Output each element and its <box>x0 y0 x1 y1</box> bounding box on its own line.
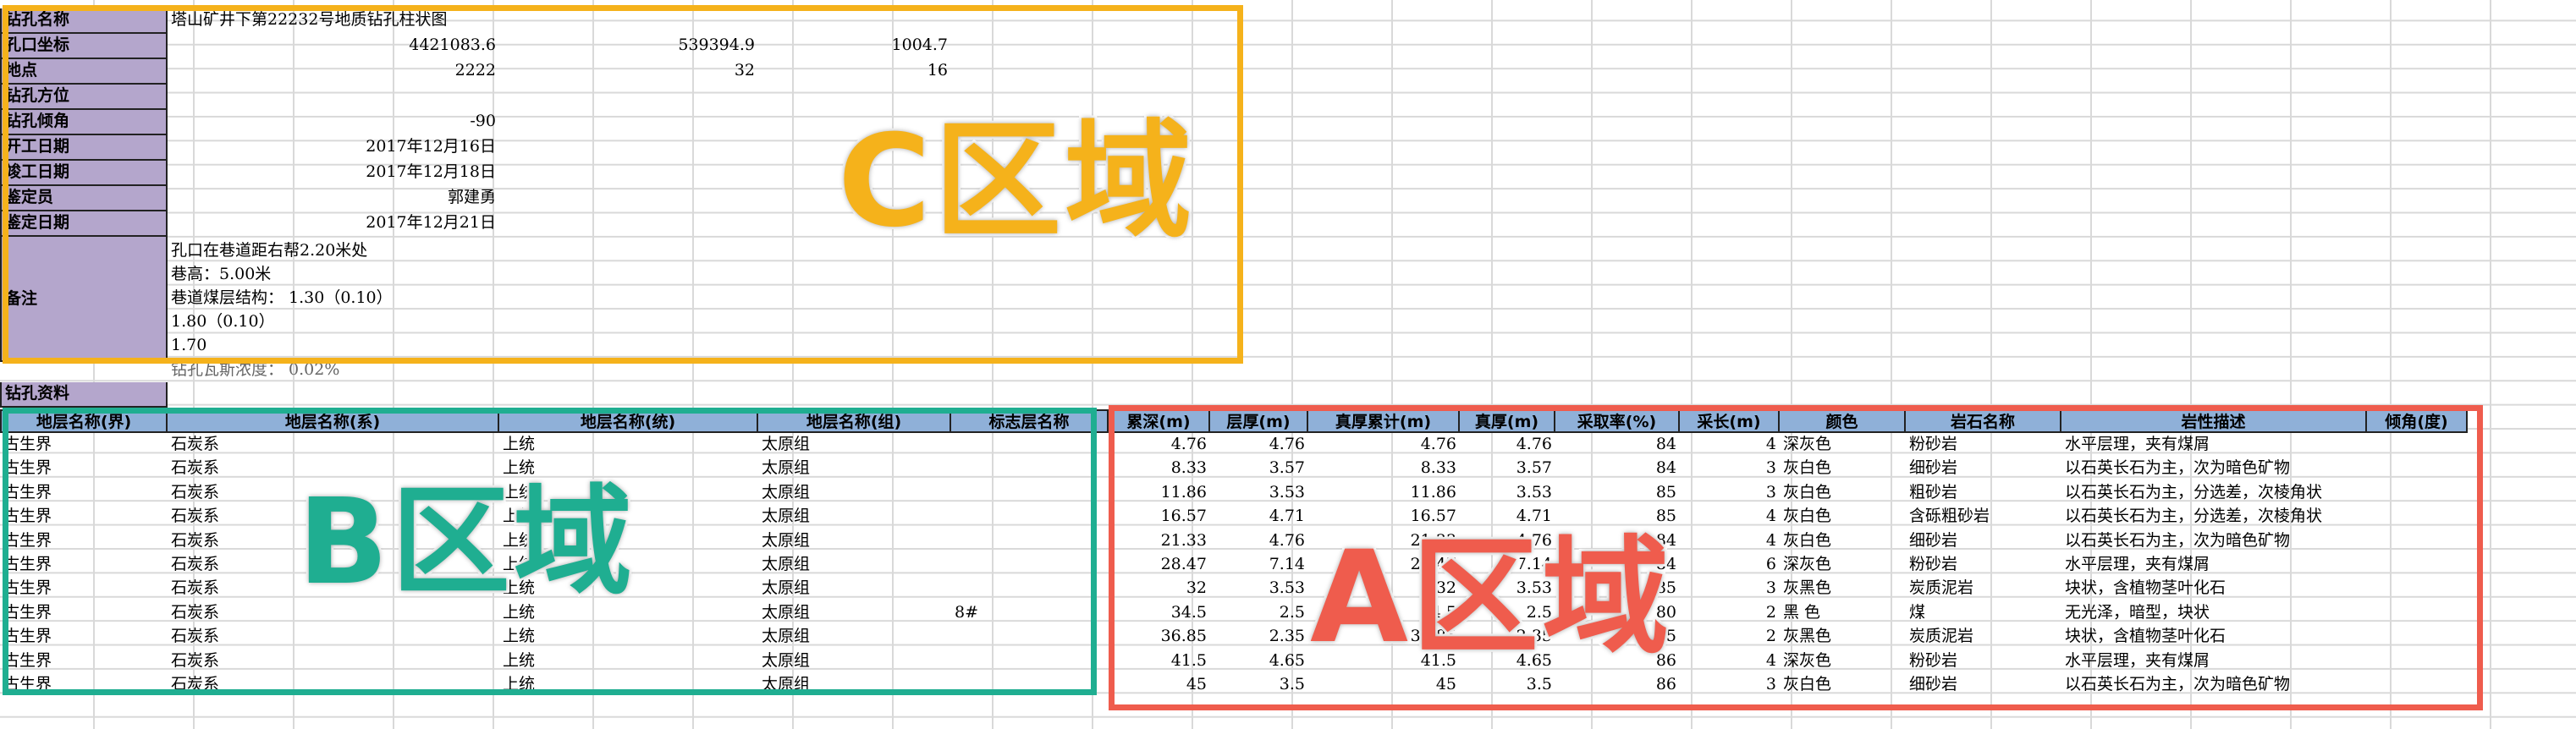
region-a-label: A区域 <box>1307 524 1673 671</box>
data-section-label[interactable]: 钻孔资料 <box>0 382 168 408</box>
region-b-label: B区域 <box>295 474 636 611</box>
region-c-label: C区域 <box>835 108 1196 255</box>
